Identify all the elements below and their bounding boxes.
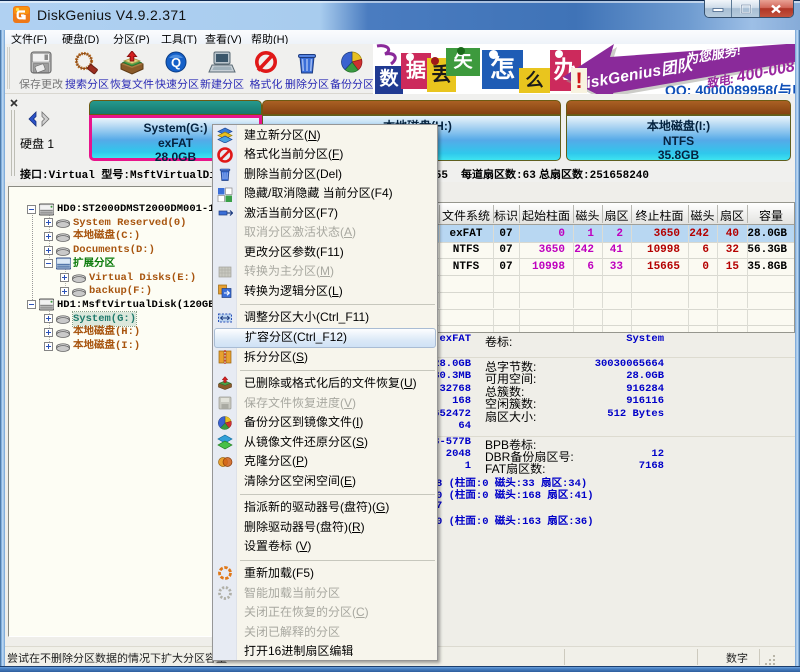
svg-text:Q: Q bbox=[171, 55, 181, 70]
